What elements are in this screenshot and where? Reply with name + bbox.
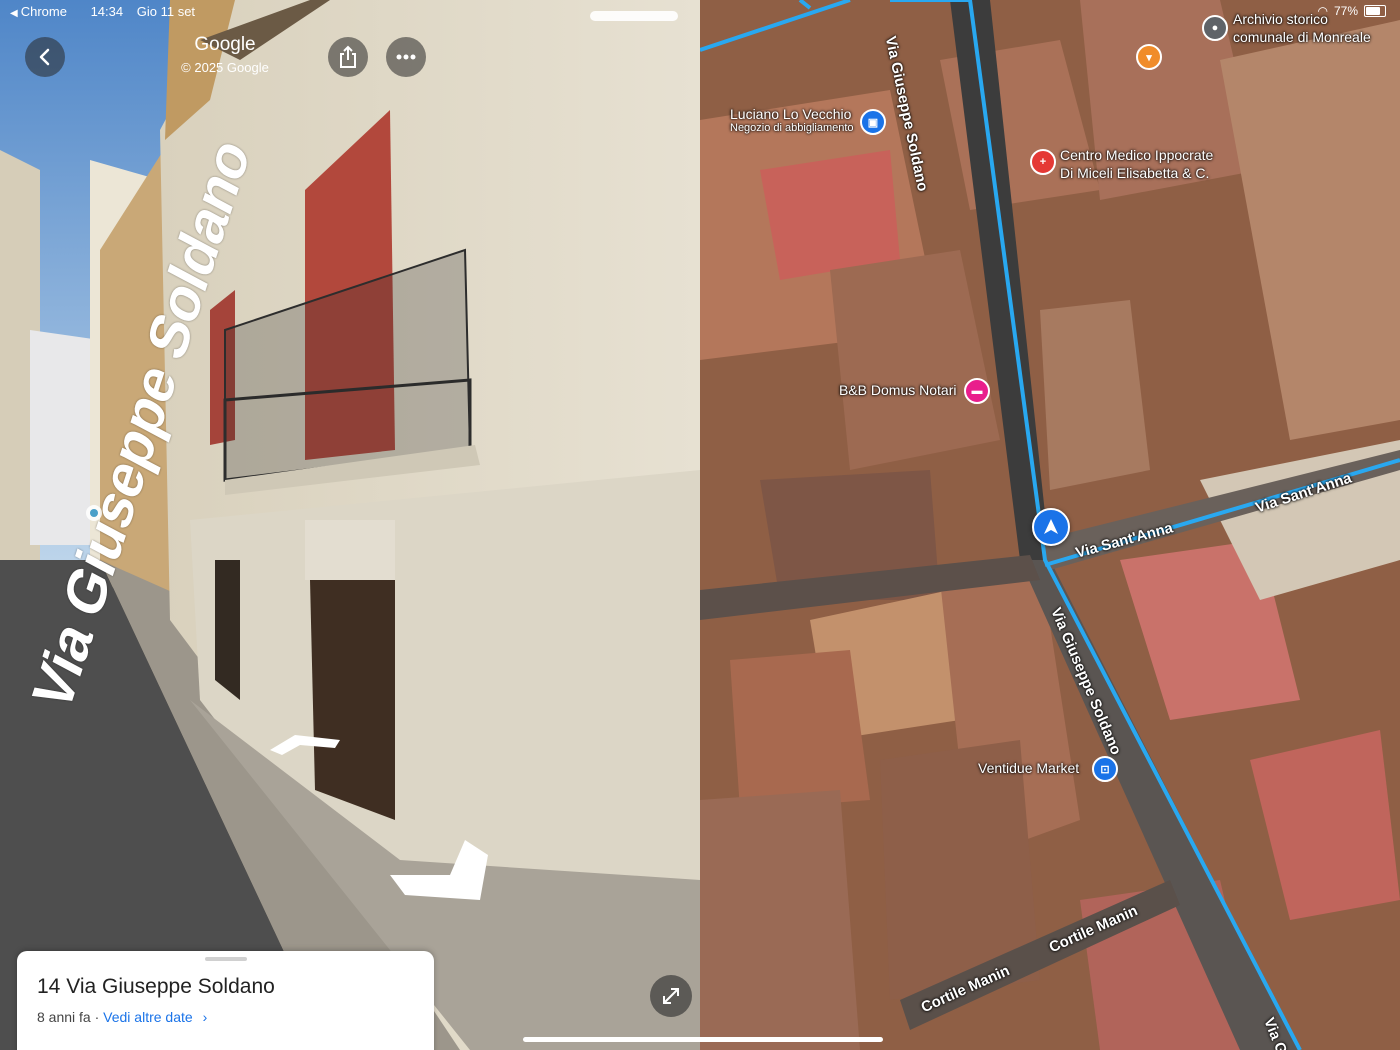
imagery-age: 8 anni fa [37,1009,91,1025]
place-archivio[interactable]: Archivio storico comunale di Monreale [1233,10,1371,46]
imagery-date-row: 8 anni fa · Vedi altre date › [37,1009,207,1025]
food-pin-icon[interactable]: ▾ [1136,44,1162,70]
place-ventidue-market[interactable]: Ventidue Market [978,760,1079,776]
status-time: 14:34 [90,4,124,19]
home-indicator[interactable] [523,1037,883,1042]
chevron-right-icon: › [202,1009,208,1025]
hotel-pin-icon[interactable]: ▬ [964,378,990,404]
shopping-bag-icon[interactable]: ▣ [860,109,886,135]
see-other-dates-link[interactable]: Vedi altre date [103,1009,193,1025]
street-view-header: Google © 2025 Google [0,34,450,75]
more-button[interactable] [386,37,426,77]
current-location-marker[interactable] [1032,508,1070,546]
back-to-app[interactable]: ◀ Chrome [10,4,77,19]
museum-pin-icon[interactable]: ● [1202,15,1228,41]
place-luciano-lo-vecchio[interactable]: Luciano Lo Vecchio Negozio di abbigliame… [730,106,854,134]
address-title: 14 Via Giuseppe Soldano [37,975,275,998]
street-view-panel[interactable]: ◀ Chrome 14:34 Gio 11 set Google © 2025 G… [0,0,700,1050]
separator-dot: · [94,1009,100,1025]
place-centro-medico[interactable]: Centro Medico Ippocrate Di Miceli Elisabe… [1060,146,1213,182]
share-icon [340,45,356,68]
expand-button[interactable] [650,975,692,1017]
location-card[interactable]: 14 Via Giuseppe Soldano 8 anni fa · Vedi… [17,951,434,1050]
expand-icon [663,988,679,1004]
status-bar-left: ◀ Chrome 14:34 Gio 11 set [10,4,205,19]
place-bb-domus-notari[interactable]: B&B Domus Notari [839,382,956,398]
cart-pin-icon[interactable]: ⊡ [1092,756,1118,782]
card-handle[interactable] [205,957,247,961]
medical-pin-icon[interactable]: + [1030,149,1056,175]
more-icon [396,54,416,60]
share-button[interactable] [328,37,368,77]
copyright-text: © 2025 Google [181,60,269,75]
status-date: Gio 11 set [136,4,196,19]
navigation-arrow-icon [1044,519,1058,534]
split-handle[interactable] [590,11,678,21]
google-title: Google [194,34,256,55]
